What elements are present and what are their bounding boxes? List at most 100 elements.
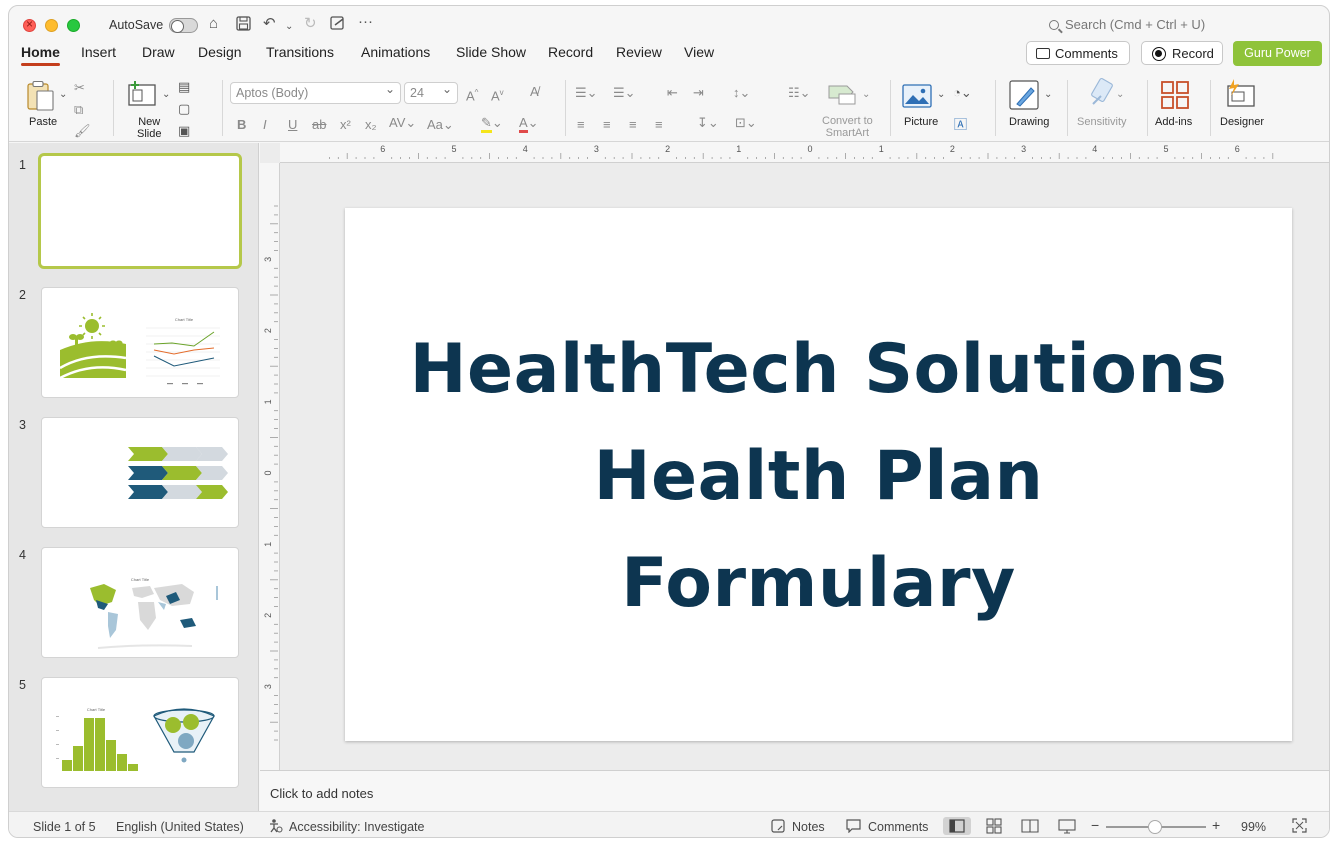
decrease-font-icon[interactable]: Av: [491, 86, 504, 103]
drawing-dropdown-icon[interactable]: ⌄: [1044, 88, 1052, 102]
guru-power-button[interactable]: Guru Power: [1233, 41, 1322, 66]
font-name-select[interactable]: Aptos (Body): [230, 82, 401, 104]
ruler-label: 3: [263, 684, 273, 689]
tab-home[interactable]: Home: [21, 44, 60, 66]
zoom-out-button[interactable]: −: [1091, 817, 1099, 833]
reading-view-button[interactable]: [1016, 817, 1044, 835]
drawing-icon[interactable]: [1009, 80, 1041, 117]
shapes-icon[interactable]: ◔⌄: [953, 86, 972, 100]
search-bar[interactable]: Search (Cmd + Ctrl + U): [1049, 17, 1205, 32]
character-spacing-icon[interactable]: AV⌄: [389, 116, 416, 130]
zoom-level[interactable]: 99%: [1241, 820, 1266, 834]
notes-toggle[interactable]: Notes: [792, 820, 825, 834]
slide-thumbnail-1[interactable]: [38, 153, 242, 269]
tab-record[interactable]: Record: [548, 44, 593, 60]
picture-icon[interactable]: [902, 84, 932, 113]
font-size-select[interactable]: 24: [404, 82, 458, 104]
thumb-number: 1: [19, 158, 26, 172]
text-box-icon[interactable]: 🄰: [954, 118, 967, 132]
columns-icon[interactable]: ☷⌄: [788, 86, 811, 100]
clear-formatting-icon[interactable]: A̸: [530, 85, 539, 99]
font-color-icon[interactable]: A⌄: [519, 115, 539, 133]
slide-show-button[interactable]: [1053, 817, 1081, 835]
sensitivity-dropdown-icon[interactable]: ⌄: [1116, 88, 1124, 102]
slide-thumbnail-3[interactable]: [41, 417, 239, 528]
notes-icon[interactable]: [771, 819, 785, 836]
save-icon[interactable]: [236, 16, 251, 35]
smartart-icon[interactable]: [827, 82, 859, 113]
undo-dropdown-icon[interactable]: ⌄: [285, 19, 293, 35]
minimize-window-button[interactable]: [45, 19, 58, 32]
picture-dropdown-icon[interactable]: ⌄: [937, 88, 945, 102]
slide-thumbnail-2[interactable]: Chart Title: [41, 287, 239, 398]
subscript-icon[interactable]: x₂: [365, 118, 377, 132]
copy-icon[interactable]: ⧉: [74, 103, 83, 117]
zoom-slider-handle[interactable]: [1148, 820, 1162, 834]
record-button[interactable]: Record: [1141, 41, 1223, 65]
designer-icon[interactable]: [1224, 78, 1256, 115]
increase-indent-icon[interactable]: ⇥: [693, 86, 704, 100]
justify-icon[interactable]: ≡: [655, 118, 663, 132]
comments-status-icon[interactable]: [846, 819, 861, 836]
text-direction-icon[interactable]: ↧⌄: [697, 116, 719, 130]
accessibility-icon[interactable]: [268, 818, 283, 836]
align-text-icon[interactable]: ⊡⌄: [735, 116, 757, 130]
home-icon[interactable]: ⌂: [209, 16, 218, 32]
smartart-dropdown-icon[interactable]: ⌄: [862, 88, 870, 102]
italic-icon[interactable]: I: [263, 118, 267, 132]
zoom-in-button[interactable]: +: [1212, 817, 1220, 833]
align-center-icon[interactable]: ≡: [603, 118, 611, 132]
tab-transitions[interactable]: Transitions: [266, 44, 334, 60]
tab-slide-show[interactable]: Slide Show: [456, 44, 526, 60]
close-window-button[interactable]: [23, 17, 36, 32]
change-case-icon[interactable]: Aa⌄: [427, 118, 454, 132]
underline-icon[interactable]: U: [288, 118, 297, 132]
decrease-indent-icon[interactable]: ⇤: [667, 86, 678, 100]
bold-icon[interactable]: B: [237, 118, 246, 132]
zoom-window-button[interactable]: [67, 19, 80, 32]
add-ins-icon[interactable]: [1160, 80, 1190, 115]
section-icon[interactable]: ▣: [178, 124, 190, 138]
notes-pane[interactable]: Click to add notes: [260, 770, 1329, 810]
sensitivity-icon[interactable]: [1089, 78, 1119, 113]
superscript-icon[interactable]: x²: [340, 118, 351, 132]
tab-animations[interactable]: Animations: [361, 44, 430, 60]
highlight-icon[interactable]: ✎⌄: [481, 115, 503, 133]
increase-font-icon[interactable]: A^: [466, 86, 478, 103]
tab-insert[interactable]: Insert: [81, 44, 116, 60]
accessibility-status[interactable]: Accessibility: Investigate: [289, 820, 424, 834]
comments-toggle[interactable]: Comments: [868, 820, 928, 834]
format-painter-icon[interactable]: 🖌: [74, 124, 91, 138]
language-indicator[interactable]: English (United States): [116, 820, 244, 834]
tab-draw[interactable]: Draw: [142, 44, 175, 60]
slide-thumbnail-5[interactable]: Chart Title: [41, 677, 239, 788]
tab-review[interactable]: Review: [616, 44, 662, 60]
autosave-toggle[interactable]: [169, 18, 198, 33]
strikethrough-icon[interactable]: ab: [312, 118, 326, 132]
slide-title[interactable]: HealthTech Solutions Health Plan Formula…: [345, 316, 1292, 637]
line-spacing-icon[interactable]: ↕⌄: [733, 86, 750, 100]
cut-icon[interactable]: ✂: [74, 81, 85, 95]
layout-icon[interactable]: ▤: [178, 80, 190, 94]
normal-view-button[interactable]: [943, 817, 971, 835]
paste-dropdown-icon[interactable]: ⌄: [59, 88, 67, 102]
numbering-icon[interactable]: ☰⌄: [613, 86, 636, 100]
paste-icon[interactable]: [25, 80, 57, 117]
customize-toolbar-icon[interactable]: [330, 16, 346, 35]
undo-icon[interactable]: ↶: [263, 16, 276, 32]
redo-icon[interactable]: ↻: [304, 16, 317, 32]
align-right-icon[interactable]: ≡: [629, 118, 637, 132]
align-left-icon[interactable]: ≡: [577, 118, 585, 132]
reset-slide-icon[interactable]: ▢: [178, 102, 190, 116]
more-options-icon[interactable]: ···: [358, 14, 373, 30]
new-slide-dropdown-icon[interactable]: ⌄: [162, 88, 170, 102]
tab-view[interactable]: View: [684, 44, 714, 60]
tab-design[interactable]: Design: [198, 44, 242, 60]
slide-thumbnail-4[interactable]: Chart Title: [41, 547, 239, 658]
current-slide[interactable]: HealthTech Solutions Health Plan Formula…: [345, 208, 1292, 741]
comments-button[interactable]: Comments: [1026, 41, 1130, 65]
bullets-icon[interactable]: ☰⌄: [575, 86, 598, 100]
new-slide-icon[interactable]: [127, 80, 159, 113]
slide-sorter-button[interactable]: [980, 817, 1008, 835]
fit-to-window-icon[interactable]: [1292, 818, 1307, 836]
